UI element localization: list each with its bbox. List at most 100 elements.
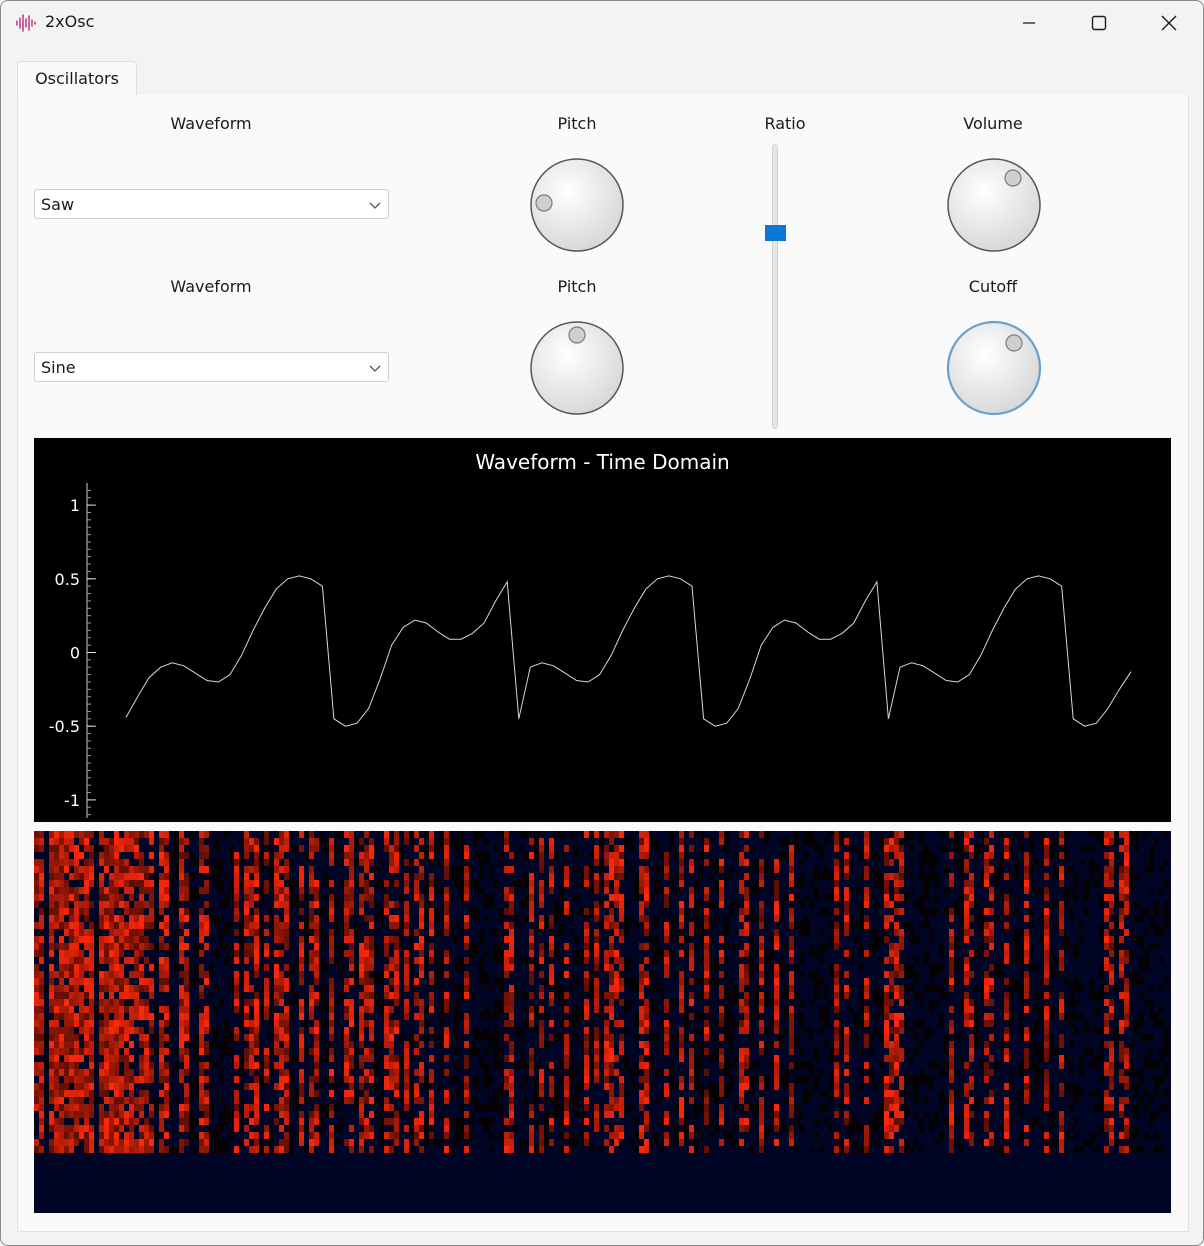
spectrogram-cell — [444, 1146, 449, 1153]
spectrogram-cell — [529, 936, 534, 943]
spectrogram-cell — [234, 978, 239, 985]
spectrogram-cell — [479, 887, 484, 894]
spectrogram-cell — [34, 1062, 39, 1069]
spectrogram-cell — [64, 1013, 69, 1020]
spectrogram-cell — [889, 838, 894, 845]
spectrogram-cell — [509, 985, 514, 992]
spectrogram-cell — [644, 873, 649, 880]
spectrogram-cell — [64, 831, 69, 838]
spectrogram-cell — [429, 1104, 434, 1111]
spectrogram-cell — [584, 1006, 589, 1013]
cutoff-knob[interactable] — [946, 320, 1042, 416]
spectrogram-cell — [619, 1020, 624, 1027]
spectrogram-cell — [714, 1125, 719, 1132]
osc2-waveform-label: Waveform — [170, 277, 252, 296]
spectrogram-cell — [74, 957, 79, 964]
spectrogram-cell — [314, 887, 319, 894]
spectrogram-cell — [764, 971, 769, 978]
minimize-button[interactable] — [994, 1, 1064, 45]
spectrogram-cell — [299, 1097, 304, 1104]
spectrogram-cell — [74, 1034, 79, 1041]
spectrogram-cell — [109, 1048, 114, 1055]
spectrogram-cell — [694, 901, 699, 908]
spectrogram-cell — [584, 950, 589, 957]
spectrogram-cell — [374, 1069, 379, 1076]
spectrogram-cell — [964, 957, 969, 964]
osc1-pitch-knob[interactable] — [529, 157, 625, 253]
spectrogram-cell — [139, 1111, 144, 1118]
spectrogram-cell — [84, 985, 89, 992]
spectrogram-cell — [49, 1090, 54, 1097]
spectrogram-cell — [379, 1041, 384, 1048]
spectrogram-cell — [1059, 1139, 1064, 1146]
spectrogram-cell — [734, 1139, 739, 1146]
spectrogram-cell — [249, 866, 254, 873]
spectrogram-cell — [244, 838, 249, 845]
spectrogram-cell — [49, 1097, 54, 1104]
spectrogram-cell — [624, 1104, 629, 1111]
osc2-pitch-knob[interactable] — [529, 320, 625, 416]
spectrogram-cell — [299, 957, 304, 964]
spectrogram-cell — [174, 845, 179, 852]
spectrogram-cell — [614, 880, 619, 887]
spectrogram-cell — [349, 866, 354, 873]
spectrogram-cell — [389, 978, 394, 985]
spectrogram-cell — [144, 957, 149, 964]
spectrogram-cell — [744, 831, 749, 838]
spectrogram-cell — [609, 1048, 614, 1055]
spectrogram-cell — [854, 1020, 859, 1027]
spectrogram-cell — [724, 1034, 729, 1041]
spectrogram-cell — [539, 985, 544, 992]
spectrogram-cell — [59, 1069, 64, 1076]
spectrogram-cell — [754, 915, 759, 922]
spectrogram-cell — [929, 866, 934, 873]
spectrogram-cell — [164, 1020, 169, 1027]
spectrogram-cell — [359, 1111, 364, 1118]
spectrogram-cell — [1049, 1090, 1054, 1097]
spectrogram-cell — [1044, 1146, 1049, 1153]
spectrogram-cell — [49, 992, 54, 999]
spectrogram-cell — [954, 1090, 959, 1097]
close-button[interactable] — [1134, 1, 1203, 45]
ratio-slider-thumb[interactable] — [765, 225, 786, 241]
spectrogram-cell — [989, 887, 994, 894]
osc2-waveform-select[interactable]: Sine — [34, 352, 389, 382]
spectrogram-cell — [424, 845, 429, 852]
spectrogram-cell — [749, 1034, 754, 1041]
spectrogram-cell — [1044, 922, 1049, 929]
spectrogram-cell — [594, 915, 599, 922]
spectrogram-cell — [309, 964, 314, 971]
maximize-button[interactable] — [1064, 1, 1134, 45]
spectrogram-cell — [559, 1020, 564, 1027]
spectrogram-cell — [679, 1076, 684, 1083]
spectrogram-cell — [104, 838, 109, 845]
spectrogram-cell — [394, 1062, 399, 1069]
spectrogram-cell — [689, 859, 694, 866]
spectrogram-cell — [584, 971, 589, 978]
spectrogram-cell — [934, 964, 939, 971]
spectrogram-cell — [139, 936, 144, 943]
spectrogram-cell — [639, 1104, 644, 1111]
spectrogram-cell — [1069, 1104, 1074, 1111]
spectrogram-cell — [509, 1139, 514, 1146]
volume-knob[interactable] — [946, 157, 1042, 253]
spectrogram-cell — [704, 1090, 709, 1097]
tab-oscillators[interactable]: Oscillators — [17, 61, 137, 96]
osc1-waveform-select[interactable]: Saw — [34, 189, 389, 219]
spectrogram-cell — [199, 915, 204, 922]
spectrogram-cell — [54, 985, 59, 992]
spectrogram-cell — [449, 838, 454, 845]
spectrogram-cell — [89, 957, 94, 964]
spectrogram-cell — [794, 1062, 799, 1069]
spectrogram-cell — [139, 1076, 144, 1083]
spectrogram-cell — [214, 915, 219, 922]
spectrogram-cell — [709, 1090, 714, 1097]
ratio-slider-track[interactable] — [772, 144, 778, 429]
spectrogram-cell — [519, 1139, 524, 1146]
spectrogram-cell — [759, 964, 764, 971]
spectrogram-cell — [1024, 1076, 1029, 1083]
spectrogram-cell — [874, 1125, 879, 1132]
spectrogram-cell — [514, 985, 519, 992]
spectrogram-cell — [244, 971, 249, 978]
spectrogram-cell — [99, 950, 104, 957]
